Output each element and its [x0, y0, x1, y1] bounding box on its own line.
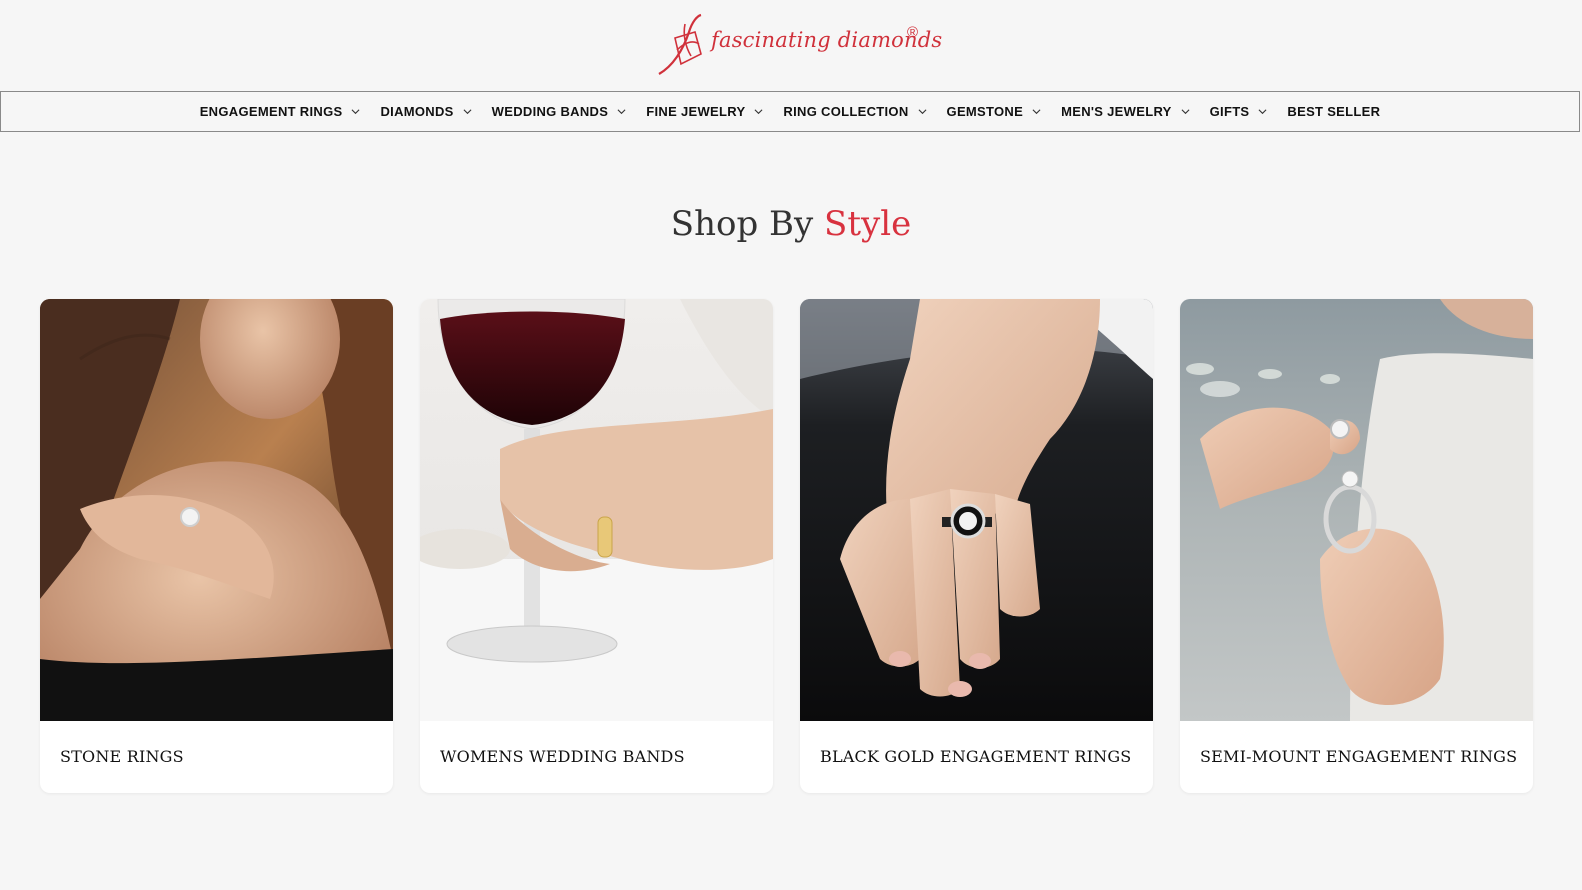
- nav-item-label: MEN'S JEWELRY: [1061, 104, 1172, 119]
- card-label[interactable]: WOMENS WEDDING BANDS: [440, 747, 685, 766]
- style-card-womens-wedding-bands[interactable]: WOMENS WEDDING BANDS: [420, 299, 773, 793]
- section-title-accent: Style: [824, 204, 912, 244]
- nav-item-label: WEDDING BANDS: [491, 104, 609, 119]
- nav-item-best-seller[interactable]: BEST SELLER: [1277, 92, 1390, 131]
- chevron-down-icon: [617, 109, 626, 115]
- nav-item-engagement-rings[interactable]: ENGAGEMENT RINGS: [190, 92, 371, 131]
- chevron-down-icon: [918, 109, 927, 115]
- nav-item-ring-collection[interactable]: RING COLLECTION: [773, 92, 936, 131]
- nav-item-label: BEST SELLER: [1287, 104, 1381, 119]
- woman-shoulder-ring-photo[interactable]: [40, 299, 393, 721]
- brand-logo[interactable]: fascinating diamonds ®: [655, 10, 942, 80]
- nav-item-fine-jewelry[interactable]: FINE JEWELRY: [636, 92, 773, 131]
- chevron-down-icon: [754, 109, 763, 115]
- card-label[interactable]: SEMI-MOUNT ENGAGEMENT RINGS: [1200, 747, 1517, 766]
- registered-mark: ®: [907, 24, 919, 41]
- chevron-down-icon: [351, 109, 360, 115]
- nav-item-label: RING COLLECTION: [783, 104, 909, 119]
- nav-item-gifts[interactable]: GIFTS: [1200, 92, 1278, 131]
- section-title: Shop By Style: [0, 204, 1582, 244]
- wine-glass-hand-ring-photo[interactable]: [420, 299, 773, 721]
- logo-monogram-icon: [658, 13, 702, 75]
- chevron-down-icon: [463, 109, 472, 115]
- nav-item-label: DIAMONDS: [380, 104, 454, 119]
- hands-holding-ring-photo[interactable]: [1180, 299, 1533, 721]
- section-title-prefix: Shop By: [670, 204, 814, 244]
- nav-item-gemstone[interactable]: GEMSTONE: [937, 92, 1052, 131]
- style-card-black-gold-engagement-rings[interactable]: BLACK GOLD ENGAGEMENT RINGS: [800, 299, 1153, 793]
- chevron-down-icon: [1258, 109, 1267, 115]
- nav-item-wedding-bands[interactable]: WEDDING BANDS: [482, 92, 637, 131]
- hand-black-gold-ring-photo[interactable]: [800, 299, 1153, 721]
- nav-item-diamonds[interactable]: DIAMONDS: [370, 92, 481, 131]
- card-label[interactable]: BLACK GOLD ENGAGEMENT RINGS: [820, 747, 1131, 766]
- style-card-stone-rings[interactable]: STONE RINGS: [40, 299, 393, 793]
- nav-item-label: ENGAGEMENT RINGS: [199, 104, 343, 119]
- chevron-down-icon: [1181, 109, 1190, 115]
- main-nav: ENGAGEMENT RINGS DIAMONDS WEDDING BANDS …: [0, 91, 1580, 132]
- nav-item-mens-jewelry[interactable]: MEN'S JEWELRY: [1051, 92, 1200, 131]
- style-card-grid: STONE RINGS WOMENS WEDDING BANDS BLACK G…: [40, 299, 1542, 793]
- nav-item-label: GIFTS: [1209, 104, 1250, 119]
- nav-item-label: FINE JEWELRY: [646, 104, 746, 119]
- card-label[interactable]: STONE RINGS: [60, 747, 184, 766]
- nav-item-label: GEMSTONE: [946, 104, 1024, 119]
- site-header: fascinating diamonds ®: [0, 0, 1582, 90]
- style-card-semi-mount-engagement-rings[interactable]: SEMI-MOUNT ENGAGEMENT RINGS: [1180, 299, 1533, 793]
- chevron-down-icon: [1032, 109, 1041, 115]
